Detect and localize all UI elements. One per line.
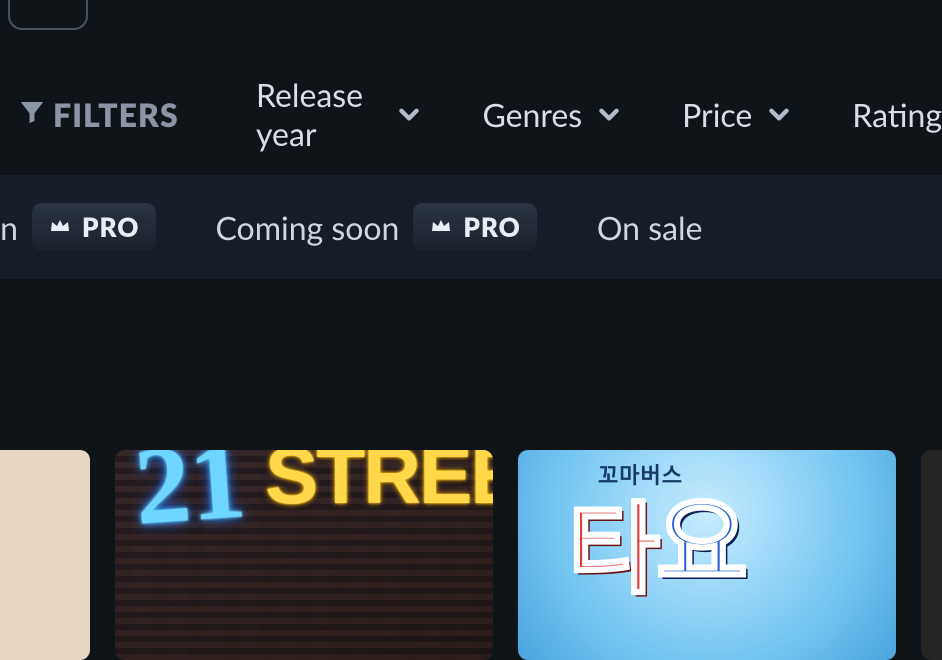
poster-card[interactable]: 꼬마버스 타요 bbox=[518, 450, 896, 660]
poster-card[interactable]: 21 STREET bbox=[115, 450, 493, 660]
dropdown-label: Genres bbox=[482, 95, 582, 134]
dropdown-label: Release year bbox=[256, 75, 382, 153]
poster-title-part2: STREET bbox=[265, 450, 493, 522]
pro-badge: PRO bbox=[413, 203, 536, 251]
chevron-down-icon bbox=[596, 95, 622, 134]
dropdown-rating[interactable]: Rating bbox=[852, 95, 942, 134]
funnel-icon[interactable] bbox=[17, 95, 47, 134]
pro-text: PRO bbox=[82, 211, 139, 243]
dropdown-label: Price bbox=[682, 95, 752, 134]
poster-card[interactable] bbox=[921, 450, 942, 660]
chevron-down-icon bbox=[396, 95, 422, 134]
poster-title-part1: 21 bbox=[131, 450, 250, 551]
poster-row: 21 STREET 꼬마버스 타요 bbox=[0, 450, 942, 660]
dropdown-release-year[interactable]: Release year bbox=[256, 75, 422, 153]
tab-on-sale[interactable]: On sale bbox=[597, 208, 703, 247]
tab-coming-soon[interactable]: Coming soon PRO bbox=[216, 203, 537, 251]
dropdown-genres[interactable]: Genres bbox=[482, 95, 622, 134]
dropdown-label: Rating bbox=[852, 95, 942, 134]
dropdown-price[interactable]: Price bbox=[682, 95, 792, 134]
filter-dropdowns: Release year Genres Price Rating bbox=[256, 75, 942, 153]
tab-item[interactable]: soon PRO bbox=[0, 203, 156, 251]
pro-text: PRO bbox=[463, 211, 520, 243]
top-box-fragment bbox=[8, 0, 88, 30]
filters-button[interactable]: FILTERS bbox=[53, 95, 179, 134]
tab-label: soon bbox=[0, 208, 18, 247]
pro-badge: PRO bbox=[32, 203, 155, 251]
tab-label: Coming soon bbox=[216, 208, 400, 247]
poster-card[interactable] bbox=[0, 450, 90, 660]
chevron-down-icon bbox=[766, 95, 792, 134]
poster-title: 타요 bbox=[568, 468, 744, 613]
crown-icon bbox=[429, 211, 453, 243]
crown-icon bbox=[48, 211, 72, 243]
category-tabs: soon PRO Coming soon PRO On sale bbox=[0, 175, 942, 279]
view-toggle-row: OWS FILTERS bbox=[0, 95, 179, 134]
tab-label: On sale bbox=[597, 208, 703, 247]
